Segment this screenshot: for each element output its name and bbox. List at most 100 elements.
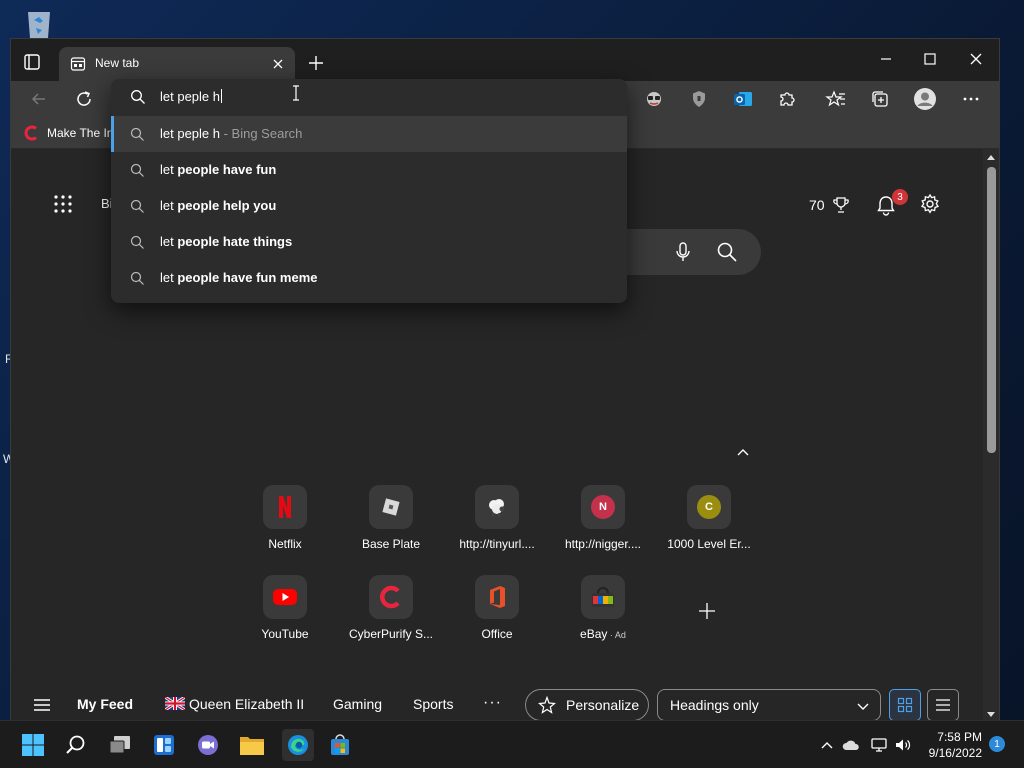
more-options-icon[interactable] — [959, 87, 983, 111]
clock-date: 9/16/2022 — [928, 746, 982, 760]
quick-link[interactable]: http://tinyurl.... — [449, 485, 545, 565]
address-bar-input[interactable]: let peple h — [111, 79, 627, 115]
feed-tab-gaming[interactable]: Gaming — [333, 696, 382, 712]
tab-new-tab[interactable]: New tab — [59, 47, 295, 81]
personalize-button[interactable]: Personalize — [525, 689, 649, 721]
scroll-thumb[interactable] — [987, 167, 996, 453]
suggestion-item[interactable]: let people have fun meme — [111, 260, 627, 296]
favorite-label: Make The Internet — [47, 126, 117, 140]
tab-actions-icon[interactable] — [23, 53, 41, 71]
page-scrollbar[interactable] — [983, 149, 999, 721]
quick-link[interactable]: Netflix — [237, 485, 333, 565]
quick-link-label: http://tinyurl.... — [459, 537, 535, 551]
file-explorer-button[interactable] — [238, 731, 266, 759]
suggestion-item[interactable]: let people have fun — [111, 152, 627, 188]
recycle-bin-icon[interactable] — [22, 8, 56, 38]
quick-link[interactable]: eBay · Ad — [555, 575, 651, 655]
volume-icon[interactable] — [894, 737, 912, 753]
sparkle-star-icon — [538, 696, 556, 714]
suggestion-rest: have fun meme — [219, 270, 318, 285]
task-view-button[interactable] — [106, 731, 134, 759]
suggestion-text: let people help you — [160, 198, 276, 213]
maximize-icon[interactable] — [915, 47, 945, 71]
quick-link-tile — [369, 485, 413, 529]
favorites-star-icon[interactable] — [824, 87, 848, 111]
quick-link[interactable]: C 1000 Level Er... — [661, 485, 757, 565]
quick-link[interactable]: N http://nigger.... — [555, 485, 651, 565]
scroll-down-arrow-icon[interactable] — [986, 711, 996, 719]
chevron-up-icon[interactable] — [818, 737, 836, 753]
quick-link-tile — [475, 485, 519, 529]
back-arrow-icon[interactable] — [27, 87, 51, 111]
windows-logo-icon — [22, 734, 44, 756]
grid-view-button[interactable] — [889, 689, 921, 721]
layout-select-value: Headings only — [670, 697, 759, 713]
quick-link-tile — [581, 575, 625, 619]
close-window-icon[interactable] — [961, 47, 991, 71]
feed-tab-my-feed[interactable]: My Feed — [77, 696, 133, 712]
new-tab-plus-icon[interactable] — [305, 52, 327, 74]
ad-label: Ad — [614, 630, 626, 640]
microphone-icon[interactable] — [671, 240, 695, 264]
teams-chat-button[interactable] — [194, 731, 222, 759]
personalize-label: Personalize — [566, 697, 640, 713]
extensions-puzzle-icon[interactable] — [775, 87, 799, 111]
list-view-button[interactable] — [927, 689, 959, 721]
quick-link[interactable]: Base Plate — [343, 485, 439, 565]
suggestion-text: let peple h - Bing Search — [160, 126, 302, 141]
suggestion-item[interactable]: let people help you — [111, 188, 627, 224]
quick-link-label: Base Plate — [361, 537, 421, 551]
search-icon[interactable] — [715, 240, 739, 264]
edge-taskbar-button[interactable] — [282, 729, 314, 761]
system-clock[interactable]: 7:58 PM 9/16/2022 — [926, 729, 982, 761]
layout-select[interactable]: Headings only — [657, 689, 881, 721]
suggestion-item[interactable]: let people hate things — [111, 224, 627, 260]
suggestion-bold: people — [177, 270, 220, 285]
ad-separator: · — [607, 630, 615, 640]
hamburger-menu-icon[interactable] — [33, 697, 51, 713]
suggestion-prefix: let — [160, 234, 178, 249]
suggestion-prefix: let — [160, 198, 178, 213]
profile-avatar-icon[interactable] — [913, 87, 937, 111]
network-icon[interactable] — [870, 737, 888, 753]
suggestion-source: - Bing Search — [220, 126, 303, 141]
edge-icon — [288, 735, 308, 755]
suggestion-bing-search[interactable]: let peple h - Bing Search — [111, 116, 627, 152]
quick-link[interactable]: Office — [449, 575, 545, 655]
widgets-button[interactable] — [150, 731, 178, 759]
quick-link[interactable]: CyberPurify S... — [343, 575, 439, 655]
gear-icon[interactable] — [919, 193, 941, 215]
collections-icon[interactable] — [868, 87, 892, 111]
quick-link-label: Office — [481, 627, 513, 641]
shield-icon[interactable] — [687, 87, 711, 111]
address-bar-text[interactable]: let peple h — [160, 89, 222, 104]
tab-strip: New tab — [11, 39, 999, 81]
minimize-icon[interactable] — [871, 47, 901, 71]
feed-tab-queen-elizabeth[interactable]: Queen Elizabeth II — [165, 696, 304, 712]
grid-view-icon — [897, 697, 913, 713]
chevron-up-icon[interactable] — [735, 445, 751, 459]
onedrive-cloud-icon[interactable] — [842, 737, 860, 753]
quick-link[interactable]: YouTube — [237, 575, 333, 655]
notification-center-badge[interactable]: 1 — [989, 736, 1005, 752]
app-launcher-icon[interactable] — [53, 194, 73, 214]
microsoft-store-button[interactable] — [326, 731, 354, 759]
points-value: 70 — [809, 197, 825, 213]
extension-mask-icon[interactable] — [642, 87, 666, 111]
start-button[interactable] — [19, 731, 47, 759]
taskbar-search-button[interactable] — [62, 731, 90, 759]
refresh-icon[interactable] — [72, 87, 96, 111]
suggestion-text: let people hate things — [160, 234, 292, 249]
rewards-points[interactable]: 70 — [809, 195, 851, 215]
suggestion-text: let people have fun meme — [160, 270, 318, 285]
favorite-link[interactable]: Make The Internet — [23, 123, 117, 143]
feed-tab-sports[interactable]: Sports — [413, 696, 453, 712]
tab-title: New tab — [95, 56, 140, 70]
scroll-up-arrow-icon[interactable] — [986, 153, 996, 161]
add-quick-link-icon[interactable] — [697, 601, 717, 621]
sheep-icon — [489, 499, 505, 517]
suggestion-query: let peple h — [160, 126, 220, 141]
outlook-icon[interactable] — [731, 87, 755, 111]
close-tab-icon[interactable] — [269, 55, 287, 73]
feed-more-button[interactable]: ··· — [483, 694, 502, 712]
